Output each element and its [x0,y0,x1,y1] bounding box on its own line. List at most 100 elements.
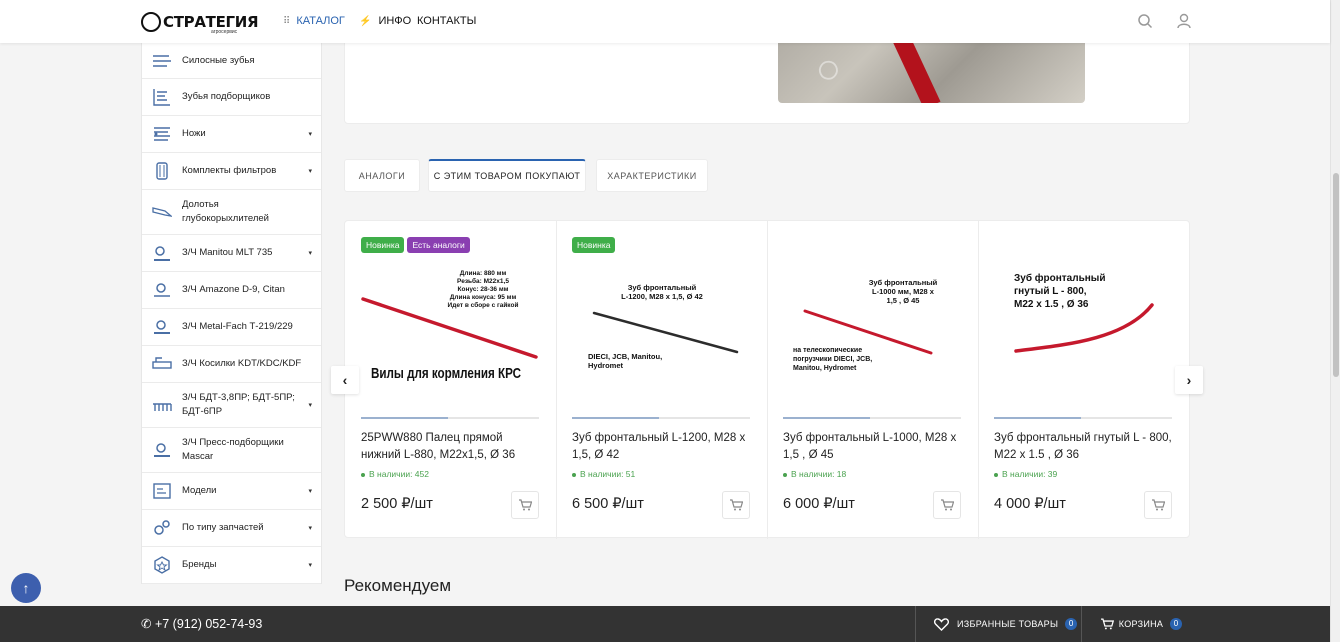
product-price: 6 000 ₽/шт [783,496,855,512]
sidebar-item-label: Модели [182,485,217,496]
sidebar-item-filters[interactable]: Комплекты фильтров ▾ [142,153,321,190]
sidebar-item-label: Силосные зубья [182,54,255,66]
sidebar-item-knives[interactable]: Ножи ▾ [142,116,321,153]
sidebar-item-metal-fach[interactable]: З/Ч Metal-Fach Т-219/229 [142,309,321,346]
add-to-cart-button[interactable] [1144,491,1172,519]
catalog-sidebar: Силосные зубья Зубья подборщиков Ножи ▾ … [141,43,322,584]
phone-number: +7 (912) 052-74-93 [154,617,263,631]
product-photo-watermark: ◯ [814,55,842,83]
image-slider-dots[interactable] [361,417,539,419]
cart-button[interactable]: Корзина 0 [1082,606,1182,642]
chevron-down-icon: ▾ [308,488,312,495]
user-icon[interactable] [1176,13,1192,29]
stock-text: В наличии: 39 [1002,469,1058,479]
sidebar-item-brands[interactable]: Бренды ▾ [142,547,321,584]
chevron-down-icon: ▾ [308,402,312,409]
product-card[interactable]: Новинка Зуб фронтальный L-1200, M28 x 1,… [556,221,768,539]
brand-badge-icon [154,556,170,574]
product-card[interactable]: Зуб фронтальный гнутый L - 800, M22 x 1.… [978,221,1190,539]
sidebar-item-label: Бренды [182,559,217,570]
grid-icon: ⠿ [283,15,290,27]
scroll-to-top-button[interactable]: ↑ [11,573,41,603]
heart-icon [934,617,949,631]
sidebar-item-models[interactable]: Модели ▾ [142,473,321,510]
sidebar-item-chisels[interactable]: Долотья глубокорыхлителей [142,190,321,235]
amazone-icon [154,283,170,297]
image-spec-1: Длина: 880 мм [460,270,507,277]
image-line-1: Зуб фронтальный [628,283,697,292]
sidebar-item-label: Долотья глубокорыхлителей [182,199,269,224]
nav-contacts[interactable]: Контакты [417,15,476,27]
chisel-icon [152,207,172,217]
stock-text: В наличии: 51 [580,469,636,479]
sidebar-item-label: З/Ч Пресс-подборщики Mascar [182,437,284,462]
image-slider-dots[interactable] [783,417,961,419]
sidebar-item-mowers[interactable]: З/Ч Косилки KDT/KDC/KDF [142,346,321,383]
phone-icon: ✆ [141,617,155,631]
favorites-count: 0 [1065,618,1078,630]
site-header: СТРАТЕГИЯ агросервис ⠿ Каталог ⚡ Инфо Ко… [0,0,1330,43]
product-name[interactable]: 25PWW880 Палец прямой нижний L-880, M22х… [361,430,543,464]
harrow-icon [153,403,172,411]
image-slider-dots[interactable] [572,417,750,419]
product-name[interactable]: Зуб фронтальный L-1000, M28 x 1,5 , Ø 45 [783,430,965,464]
sidebar-item-manitou[interactable]: З/Ч Manitou MLT 735 ▾ [142,235,321,272]
tab-specifications[interactable]: Характеристики [596,159,708,192]
manitou-icon [154,246,170,261]
chevron-right-icon: › [1186,372,1192,388]
product-price: 2 500 ₽/шт [361,496,433,512]
favorites-label: Избранные товары [957,619,1059,629]
image-footer-1: DIECI, JCB, Manitou, [588,352,662,361]
product-image[interactable]: Зуб фронтальный L-1000 мм, M28 x 1,5 , Ø… [783,265,963,405]
sidebar-item-label: З/Ч Amazone D-9, Citan [182,284,285,295]
product-price: 6 500 ₽/шт [572,496,644,512]
sidebar-item-amazone[interactable]: З/Ч Amazone D-9, Citan [142,272,321,309]
sidebar-item-bdt[interactable]: З/Ч БДТ-3,8ПР; БДТ-5ПР; БДТ-6ПР ▾ [142,383,321,428]
product-name[interactable]: Зуб фронтальный гнутый L - 800, M22 x 1.… [994,430,1176,464]
carousel-prev-button[interactable]: ‹ [331,366,359,394]
cart-count: 0 [1170,618,1182,630]
sidebar-item-mascar[interactable]: З/Ч Пресс-подборщики Mascar [142,428,321,473]
sidebar-item-pickup-teeth[interactable]: Зубья подборщиков [142,79,321,116]
image-line-2: гнутый L - 800, [1014,286,1087,297]
search-icon[interactable] [1137,13,1153,29]
scrollbar-thumb[interactable] [1333,173,1339,377]
arrow-up-icon: ↑ [22,580,30,596]
product-image[interactable]: Длина: 880 мм Резьба: M22x1,5 Конус: 28-… [361,265,541,405]
product-card[interactable]: Новинка Есть аналоги Длина: 880 мм Резьб… [345,221,557,539]
silage-teeth-icon [153,54,171,67]
tab-bought-together[interactable]: С этим товаром покупают [428,159,586,192]
carousel-next-button[interactable]: › [1175,366,1203,394]
image-footer-2: Hydromet [588,361,624,370]
image-slider-dots[interactable] [994,417,1172,419]
sidebar-item-part-types[interactable]: По типу запчастей ▾ [142,510,321,547]
product-name[interactable]: Зуб фронтальный L-1200, M28 x 1,5, Ø 42 [572,430,754,464]
cart-icon [1152,499,1165,511]
nav-catalog[interactable]: ⠿ Каталог [283,15,345,27]
image-footer-1: на телескопические [793,347,862,354]
nav-info[interactable]: ⚡ Инфо [359,15,411,27]
add-to-cart-button[interactable] [722,491,750,519]
nav-info-label: Инфо [378,15,412,27]
image-spec-5: Идет в сборе с гайкой [448,301,519,309]
metal-fach-icon [154,320,170,334]
page-scrollbar[interactable] [1330,0,1340,642]
product-card[interactable]: Зуб фронтальный L-1000 мм, M28 x 1,5 , Ø… [767,221,979,539]
phone-link[interactable]: ✆ +7 (912) 052-74-93 [141,616,262,631]
logo[interactable]: СТРАТЕГИЯ агросервис [141,7,259,37]
image-line-2: L-1000 мм, M28 x [872,287,935,296]
tab-analogs[interactable]: Аналоги [344,159,420,192]
nav-contacts-label: Контакты [417,15,477,27]
sidebar-item-silage-teeth[interactable]: Силосные зубья [142,43,321,79]
mower-icon [152,357,172,369]
add-to-cart-button[interactable] [511,491,539,519]
add-to-cart-button[interactable] [933,491,961,519]
image-footer-3: Manitou, Hydromet [793,365,857,372]
image-spec-2: Резьба: M22x1,5 [457,277,509,285]
nav-catalog-label: Каталог [296,15,345,27]
favorites-button[interactable]: Избранные товары 0 [915,606,1082,642]
product-image[interactable]: Зуб фронтальный гнутый L - 800, M22 x 1.… [994,265,1174,405]
analogs-badge: Есть аналоги [407,237,470,253]
product-price: 4 000 ₽/шт [994,496,1066,512]
product-image[interactable]: Зуб фронтальный L-1200, M28 x 1,5, Ø 42 … [572,265,752,405]
